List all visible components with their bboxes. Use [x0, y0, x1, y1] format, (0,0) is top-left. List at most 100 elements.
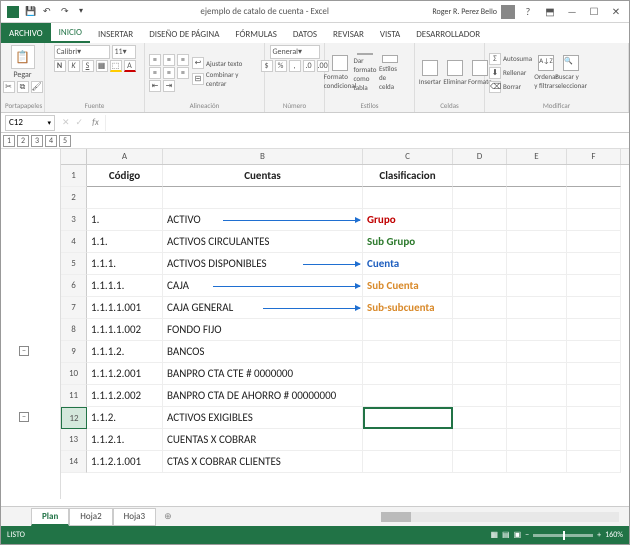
avatar[interactable] — [501, 5, 515, 19]
cell-cuentas[interactable]: CAJA GENERAL — [163, 297, 363, 319]
cell-cuentas[interactable]: CAJA — [163, 275, 363, 297]
cell-clasificacion[interactable] — [363, 385, 453, 407]
zoom-level[interactable]: 160% — [605, 530, 623, 540]
cell-codigo[interactable]: 1.1.1.1. — [87, 275, 163, 297]
qat-icon[interactable]: ▾ — [79, 6, 91, 18]
inc-dec-icon[interactable]: .0 — [303, 60, 315, 72]
cell-cuentas[interactable]: ACTIVOS DISPONIBLES — [163, 253, 363, 275]
row-number[interactable]: 11 — [61, 385, 87, 407]
cell-cuentas[interactable]: ACTIVOS CIRCULANTES — [163, 231, 363, 253]
currency-icon[interactable]: $ — [261, 60, 273, 72]
cell-codigo[interactable]: 1.1. — [87, 231, 163, 253]
sheet-tab-plan[interactable]: Plan — [31, 508, 69, 526]
cell-clasificacion[interactable]: Sub-subcuenta — [363, 297, 453, 319]
number-format-select[interactable]: General ▾ — [270, 45, 320, 59]
col-header-b[interactable]: B — [163, 149, 363, 164]
format-painter-icon[interactable]: 🖌 — [31, 81, 43, 93]
tab-inicio[interactable]: INICIO — [51, 24, 90, 43]
sheet-tab-hoja2[interactable]: Hoja2 — [69, 508, 112, 526]
border-button[interactable]: ▦ — [96, 60, 108, 72]
underline-button[interactable]: S — [82, 60, 94, 72]
zoom-slider[interactable] — [533, 534, 593, 537]
outline-level-4[interactable]: 4 — [45, 135, 57, 147]
col-header-f[interactable]: F — [567, 149, 621, 164]
font-size-select[interactable]: 11 ▾ — [112, 45, 136, 59]
row-number[interactable]: 3 — [61, 209, 87, 231]
tab-fórmulas[interactable]: FÓRMULAS — [227, 26, 285, 43]
redo-icon[interactable]: ↷ — [61, 6, 73, 18]
view-layout-icon[interactable]: ▤ — [502, 530, 510, 540]
align-mid-icon[interactable]: ≡ — [163, 54, 175, 66]
view-normal-icon[interactable]: ▦ — [490, 530, 498, 540]
row-number[interactable]: 6 — [61, 275, 87, 297]
align-top-icon[interactable]: ≡ — [149, 54, 161, 66]
tab-diseño-de-página[interactable]: DISEÑO DE PÁGINA — [141, 26, 227, 43]
merge-center-button[interactable]: ⊟Combinar y centrar — [192, 70, 260, 88]
cell-cuentas[interactable]: BANPRO CTA DE AHORRO # 00000000 — [163, 385, 363, 407]
align-right-icon[interactable]: ≡ — [177, 67, 189, 79]
formula-input[interactable] — [105, 115, 629, 131]
bold-button[interactable]: N — [54, 60, 66, 72]
cell-clasificacion[interactable] — [363, 451, 453, 473]
cell-codigo[interactable]: 1.1.2.1.001 — [87, 451, 163, 473]
cell-codigo[interactable] — [87, 187, 163, 209]
row-number[interactable]: 5 — [61, 253, 87, 275]
clear-button[interactable]: ⌫Borrar — [489, 81, 532, 93]
cell-cuentas[interactable] — [163, 187, 363, 209]
cell-clasificacion[interactable]: Sub Cuenta — [363, 275, 453, 297]
find-select-button[interactable]: 🔍Buscar y seleccionar — [560, 55, 582, 91]
zoom-in-icon[interactable]: + — [597, 530, 601, 540]
row-number[interactable]: 10 — [61, 363, 87, 385]
italic-button[interactable]: K — [68, 60, 80, 72]
spreadsheet-grid[interactable]: A B C D E F 1 Código Cuentas Clasificaci… — [61, 149, 629, 499]
tab-datos[interactable]: DATOS — [285, 26, 325, 43]
indent-inc-icon[interactable]: ⇥ — [163, 80, 175, 92]
outline-level-2[interactable]: 2 — [17, 135, 29, 147]
align-left-icon[interactable]: ≡ — [149, 67, 161, 79]
tab-file[interactable]: ARCHIVO — [1, 23, 51, 43]
header-codigo[interactable]: Código — [87, 165, 163, 187]
close-icon[interactable]: ✕ — [607, 5, 625, 19]
tab-insertar[interactable]: INSERTAR — [90, 26, 141, 43]
cell-codigo[interactable]: 1.1.1.2. — [87, 341, 163, 363]
cell-cuentas[interactable]: ACTIVO — [163, 209, 363, 231]
sort-filter-button[interactable]: A↓ZOrdenar y filtrar — [535, 55, 557, 91]
row-number[interactable]: 7 — [61, 297, 87, 319]
col-header-e[interactable]: E — [507, 149, 567, 164]
outline-collapse-button[interactable]: − — [19, 412, 29, 422]
save-icon[interactable]: 💾 — [25, 6, 37, 18]
name-box[interactable]: C12▾ — [5, 115, 55, 131]
cell-clasificacion[interactable]: Sub Grupo — [363, 231, 453, 253]
outline-level-5[interactable]: 5 — [59, 135, 71, 147]
enter-formula-icon[interactable]: ✓ — [73, 117, 87, 128]
fx-icon[interactable]: fx — [86, 117, 105, 128]
cell-clasificacion[interactable] — [363, 319, 453, 341]
col-header-a[interactable]: A — [87, 149, 163, 164]
tab-revisar[interactable]: REVISAR — [325, 26, 372, 43]
font-color-button[interactable]: A — [124, 60, 136, 72]
row-number[interactable]: 14 — [61, 451, 87, 473]
col-header-d[interactable]: D — [453, 149, 507, 164]
cell-cuentas[interactable]: BANCOS — [163, 341, 363, 363]
col-header-c[interactable]: C — [363, 149, 453, 164]
undo-icon[interactable]: ↶ — [43, 6, 55, 18]
cell-clasificacion[interactable]: Grupo — [363, 209, 453, 231]
cell-cuentas[interactable]: CTAS X COBRAR CLIENTES — [163, 451, 363, 473]
format-as-table-button[interactable]: Dar formato como tabla — [354, 55, 376, 91]
cell-codigo[interactable]: 1.1.1. — [87, 253, 163, 275]
row-number[interactable]: 13 — [61, 429, 87, 451]
cell-clasificacion[interactable]: Cuenta — [363, 253, 453, 275]
outline-level-3[interactable]: 3 — [31, 135, 43, 147]
tab-vista[interactable]: VISTA — [372, 26, 408, 43]
cut-icon[interactable]: ✂ — [3, 81, 15, 93]
cell-clasificacion[interactable] — [363, 341, 453, 363]
copy-icon[interactable]: ⧉ — [17, 81, 29, 93]
delete-cells-button[interactable]: Eliminar — [444, 55, 466, 91]
tab-desarrollador[interactable]: DESARROLLADOR — [408, 26, 488, 43]
comma-icon[interactable]: , — [289, 60, 301, 72]
cell-clasificacion[interactable] — [363, 407, 453, 429]
cell-styles-button[interactable]: Estilos de celda — [379, 55, 401, 91]
indent-dec-icon[interactable]: ⇤ — [149, 80, 161, 92]
cell-clasificacion[interactable] — [363, 187, 453, 209]
wrap-text-button[interactable]: ↩Ajustar texto — [192, 57, 260, 69]
